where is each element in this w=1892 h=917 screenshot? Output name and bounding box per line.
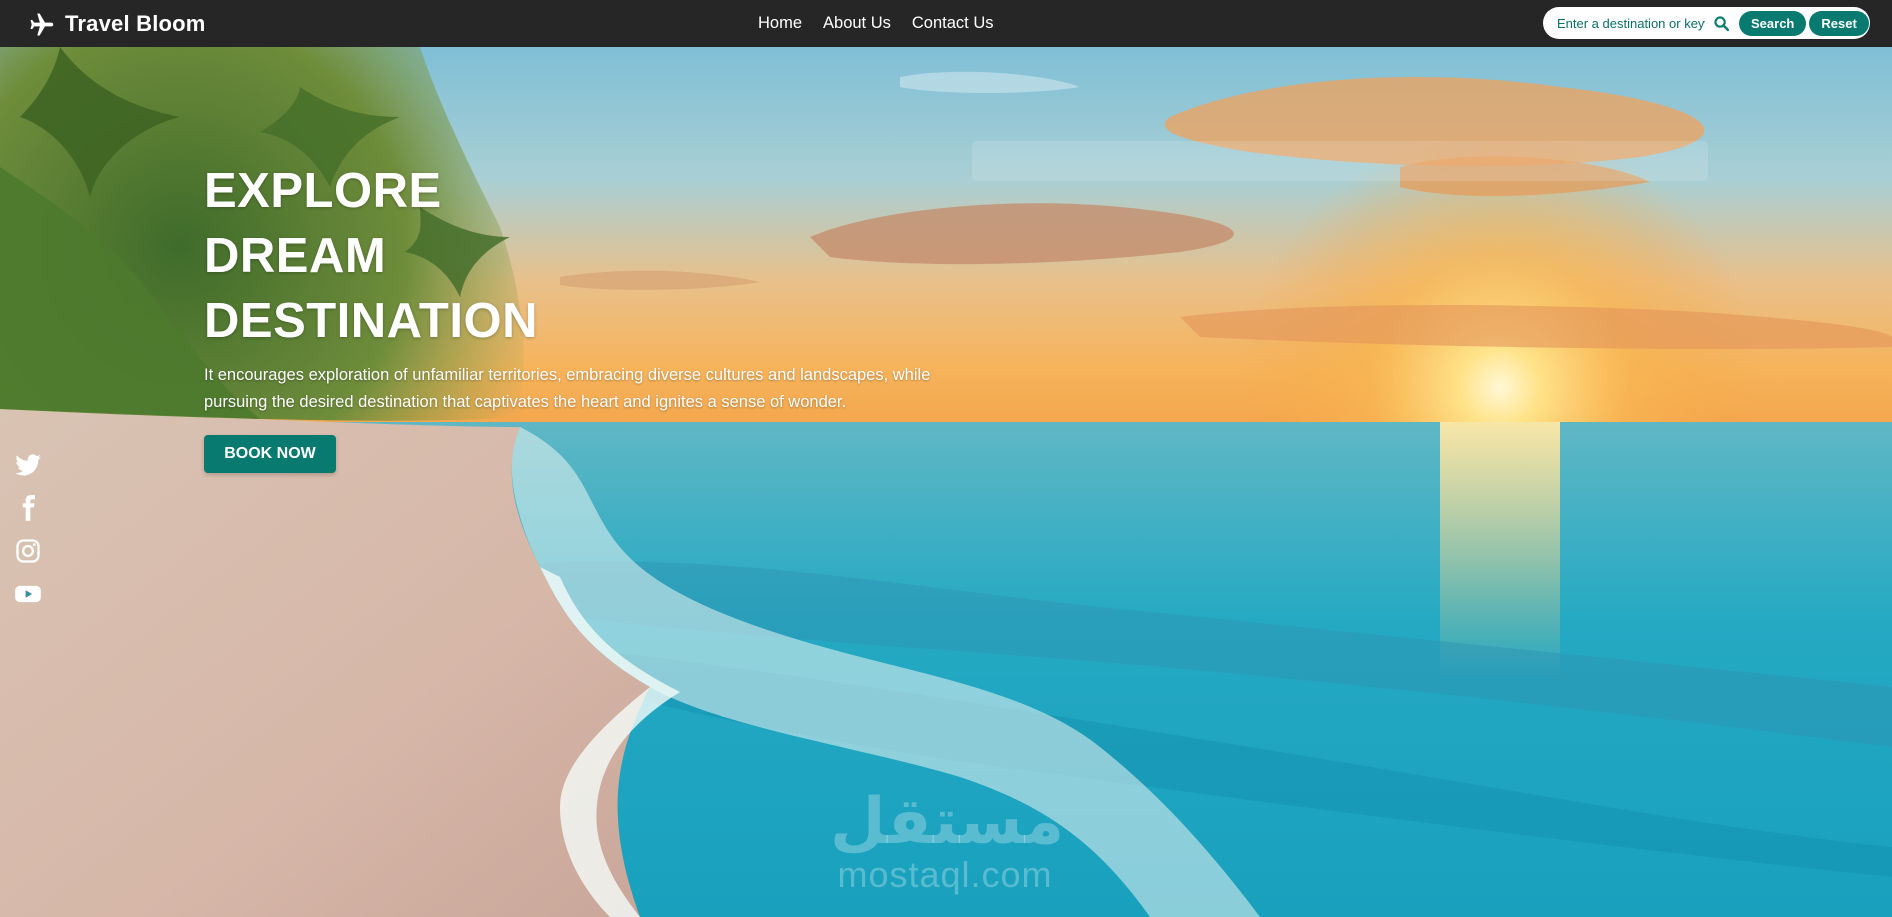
hero-overlay-bar: [972, 141, 1708, 181]
hero-title-line: DESTINATION: [204, 294, 538, 348]
instagram-icon[interactable]: [14, 537, 42, 565]
search-input[interactable]: [1557, 11, 1705, 35]
search-icon[interactable]: [1713, 14, 1730, 32]
navbar: Travel Bloom Home About Us Contact Us Se…: [0, 0, 1892, 47]
airplane-icon: [27, 9, 57, 39]
search-button[interactable]: Search: [1739, 10, 1807, 36]
main-nav: Home About Us Contact Us: [758, 0, 994, 47]
watermark-logo: مستقل: [830, 785, 1065, 859]
reset-button[interactable]: Reset: [1809, 10, 1869, 36]
nav-contact-link[interactable]: Contact Us: [912, 14, 994, 33]
hero-title-line: EXPLORE: [204, 164, 442, 218]
brand[interactable]: Travel Bloom: [27, 0, 206, 47]
hero-section: EXPLORE DREAM DESTINATION It encourages …: [0, 47, 1892, 917]
brand-name: Travel Bloom: [65, 10, 206, 36]
hero-title-line: DREAM: [204, 229, 387, 283]
search-bar: Search Reset: [1543, 7, 1870, 39]
youtube-icon[interactable]: [14, 580, 42, 608]
watermark-site: mostaql.com: [837, 854, 1053, 895]
watermark: مستقل mostaql.com: [830, 785, 1065, 895]
twitter-icon[interactable]: [14, 451, 42, 479]
facebook-icon[interactable]: [14, 494, 42, 522]
hero-description: It encourages exploration of unfamiliar …: [204, 366, 931, 411]
nav-home-link[interactable]: Home: [758, 14, 802, 33]
book-now-button[interactable]: BOOK NOW: [204, 435, 336, 473]
nav-about-link[interactable]: About Us: [823, 14, 891, 33]
hero-title: EXPLORE DREAM DESTINATION: [204, 159, 538, 354]
